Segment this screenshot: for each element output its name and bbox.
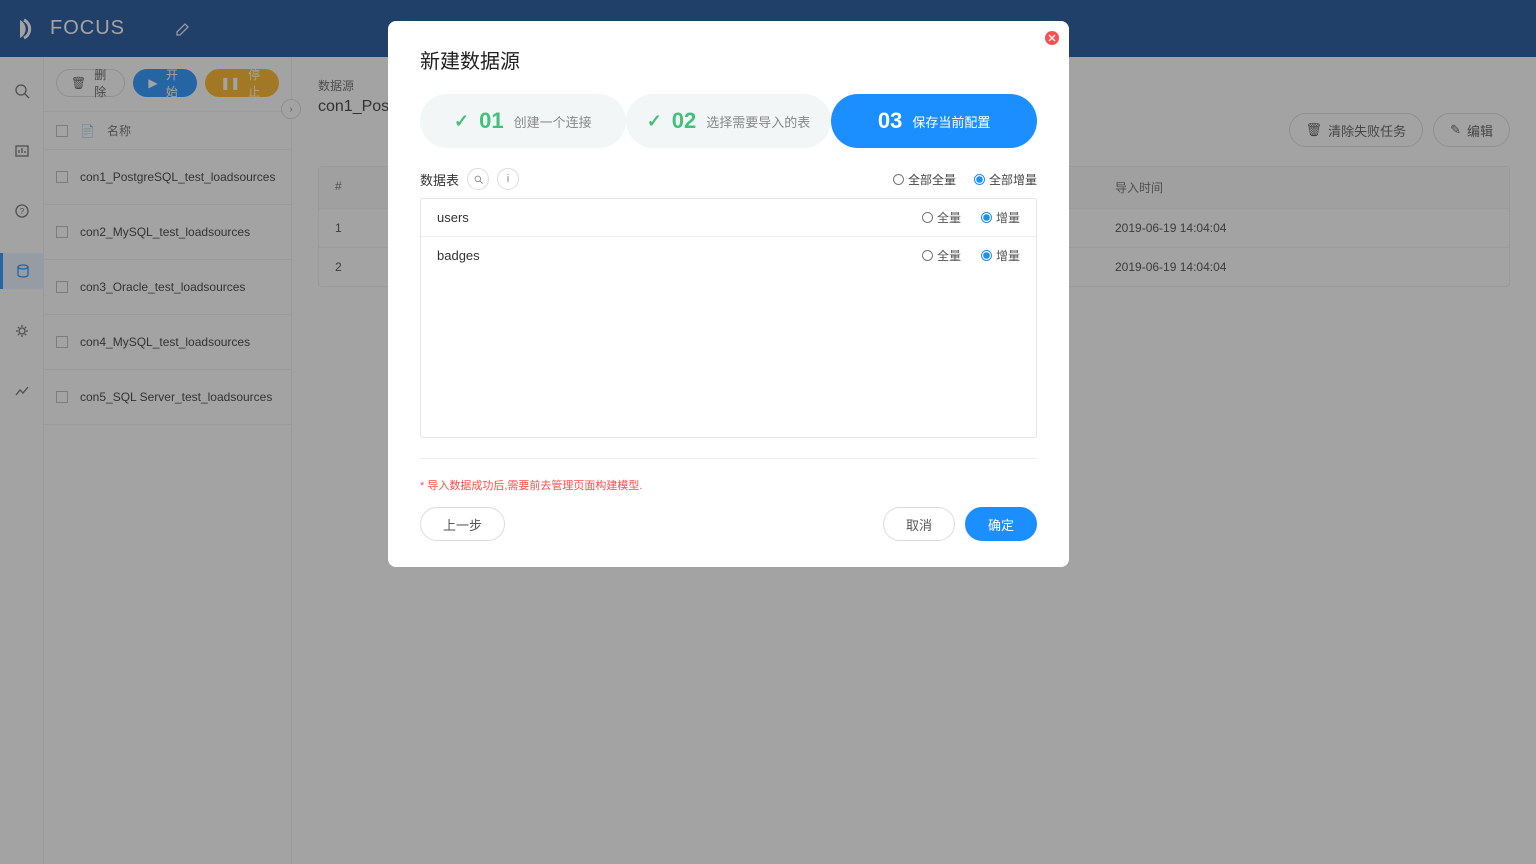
opt-full[interactable]: 全量 xyxy=(922,247,961,264)
new-datasource-dialog: 新建数据源 ✓ 01 创建一个连接 ✓ 02 选择需要导入的表 03 保存当前配… xyxy=(388,21,1069,567)
radio-incr[interactable] xyxy=(981,212,992,223)
row-mode-options: 全量 增量 xyxy=(922,209,1020,226)
tables-header: 数据表 i 全部全量 全部增量 xyxy=(420,168,1037,190)
table-row: users 全量 增量 xyxy=(421,199,1036,237)
opt-label: 全量 xyxy=(937,209,961,226)
step-num: 01 xyxy=(479,108,503,134)
warning-note: * 导入数据成功后,需要前去管理页面构建模型. xyxy=(420,458,1037,493)
opt-label: 全部全量 xyxy=(908,171,956,188)
info-button[interactable]: i xyxy=(497,168,519,190)
info-icon: i xyxy=(507,173,509,185)
opt-full[interactable]: 全量 xyxy=(922,209,961,226)
radio-incr[interactable] xyxy=(981,250,992,261)
confirm-button[interactable]: 确定 xyxy=(965,507,1037,541)
opt-label: 全部增量 xyxy=(989,171,1037,188)
tables-section: 数据表 i 全部全量 全部增量 users 全量 增量 badges 全量 增量 xyxy=(420,168,1037,438)
step-1: ✓ 01 创建一个连接 xyxy=(420,94,626,148)
table-name: users xyxy=(437,210,469,225)
prev-step-button[interactable]: 上一步 xyxy=(420,507,505,541)
opt-all-full[interactable]: 全部全量 xyxy=(893,171,956,188)
opt-incr[interactable]: 增量 xyxy=(981,209,1020,226)
tables-label: 数据表 xyxy=(420,170,459,189)
check-icon: ✓ xyxy=(647,111,662,132)
step-label: 选择需要导入的表 xyxy=(706,112,810,131)
radio-all-full[interactable] xyxy=(893,174,904,185)
cancel-button[interactable]: 取消 xyxy=(883,507,955,541)
step-indicator: ✓ 01 创建一个连接 ✓ 02 选择需要导入的表 03 保存当前配置 xyxy=(420,94,1037,148)
check-icon: ✓ xyxy=(454,111,469,132)
table-row: badges 全量 增量 xyxy=(421,237,1036,274)
step-num: 03 xyxy=(878,108,902,134)
opt-label: 增量 xyxy=(996,247,1020,264)
search-icon xyxy=(473,174,484,185)
step-num: 02 xyxy=(672,108,696,134)
step-label: 创建一个连接 xyxy=(514,112,592,131)
opt-label: 增量 xyxy=(996,209,1020,226)
search-tables-button[interactable] xyxy=(467,168,489,190)
step-3: 03 保存当前配置 xyxy=(831,94,1037,148)
step-2: ✓ 02 选择需要导入的表 xyxy=(626,94,832,148)
table-name: badges xyxy=(437,248,480,263)
dialog-close-button[interactable] xyxy=(1045,31,1059,45)
global-mode-options: 全部全量 全部增量 xyxy=(893,171,1037,188)
tables-list: users 全量 增量 badges 全量 增量 xyxy=(420,198,1037,438)
dialog-actions: 上一步 取消 确定 xyxy=(420,507,1037,541)
radio-full[interactable] xyxy=(922,250,933,261)
opt-label: 全量 xyxy=(937,247,961,264)
step-label: 保存当前配置 xyxy=(912,112,990,131)
radio-all-incr[interactable] xyxy=(974,174,985,185)
dialog-title: 新建数据源 xyxy=(420,45,1037,74)
opt-all-incr[interactable]: 全部增量 xyxy=(974,171,1037,188)
radio-full[interactable] xyxy=(922,212,933,223)
close-icon xyxy=(1048,34,1056,42)
opt-incr[interactable]: 增量 xyxy=(981,247,1020,264)
row-mode-options: 全量 增量 xyxy=(922,247,1020,264)
